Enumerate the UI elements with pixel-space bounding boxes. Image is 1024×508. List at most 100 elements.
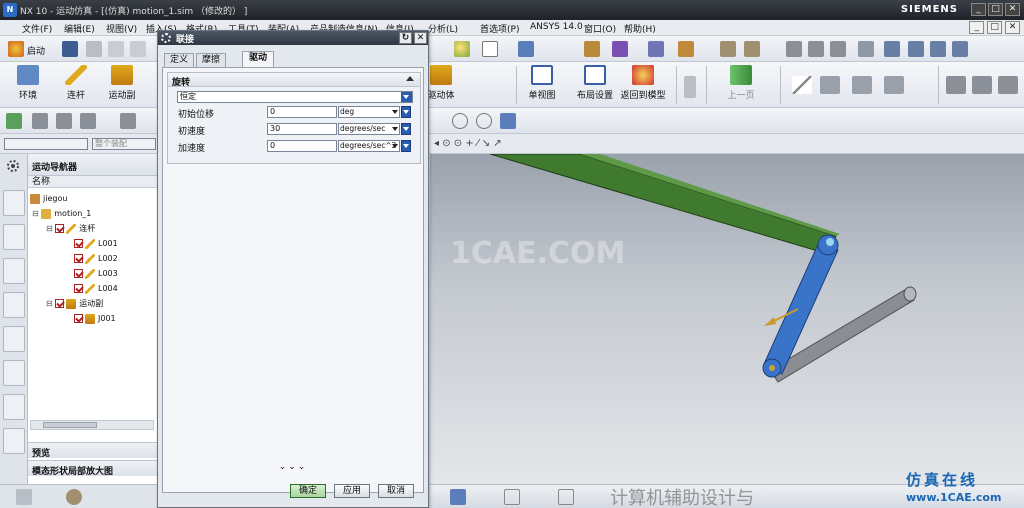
constraint3-icon[interactable] <box>952 41 968 57</box>
close-button[interactable]: ✕ <box>1005 3 1020 16</box>
visibility-checkbox[interactable] <box>74 284 83 293</box>
environment-button[interactable]: 环境 <box>3 65 53 105</box>
tree-node-j001[interactable]: J001 <box>74 312 116 326</box>
initial-velocity-menu[interactable] <box>401 123 411 135</box>
cube-icon[interactable] <box>450 489 466 505</box>
grid-icon[interactable] <box>648 41 664 57</box>
maximize-button[interactable]: □ <box>988 3 1003 16</box>
acceleration-input[interactable]: 0 <box>267 140 337 152</box>
tool2-icon[interactable] <box>972 76 992 94</box>
triangle-icon[interactable] <box>792 76 812 94</box>
initial-velocity-unit[interactable]: degrees/sec <box>338 123 400 135</box>
cut-icon[interactable] <box>86 41 102 57</box>
assembly2-icon[interactable] <box>808 41 824 57</box>
start-label[interactable]: 启动 <box>27 44 45 57</box>
tree-node-l001[interactable]: L001 <box>74 237 118 251</box>
settings-icon[interactable] <box>3 156 25 182</box>
cylinder-icon[interactable] <box>684 76 696 98</box>
initial-displacement-input[interactable]: 0 <box>267 106 337 118</box>
reset-icon[interactable]: ↻ <box>399 32 412 44</box>
menu-window[interactable]: 窗口(O) <box>584 22 616 35</box>
doc-restore-button[interactable]: □ <box>987 21 1003 34</box>
slash-circle-icon[interactable] <box>452 113 468 129</box>
tree-node-motion[interactable]: ⊟ motion_1 <box>32 207 91 221</box>
start-icon[interactable] <box>8 41 24 57</box>
tree-node-l004[interactable]: L004 <box>74 282 118 296</box>
part-navigator-tab[interactable] <box>3 292 25 318</box>
single-view-button[interactable]: 单视图 <box>517 65 567 105</box>
motion-type-select[interactable]: 恒定 <box>177 91 413 103</box>
tree-node-l002[interactable]: L002 <box>74 252 118 266</box>
slash-circle2-icon[interactable] <box>476 113 492 129</box>
text-a2-icon[interactable] <box>558 489 574 505</box>
shape2-icon[interactable] <box>852 76 872 94</box>
layout-button[interactable]: 布局设置 <box>570 65 620 105</box>
shape-icon[interactable] <box>820 76 840 94</box>
visibility-checkbox[interactable] <box>74 254 83 263</box>
history-tab[interactable] <box>3 360 25 386</box>
simulate-icon[interactable] <box>32 113 48 129</box>
joint-button[interactable]: 运动副 <box>97 65 147 105</box>
menu-help[interactable]: 帮助(H) <box>624 22 656 35</box>
acceleration-unit[interactable]: degrees/sec^2 <box>338 140 400 152</box>
part2-icon[interactable] <box>744 41 760 57</box>
copy-icon[interactable] <box>108 41 124 57</box>
save-icon[interactable] <box>62 41 78 57</box>
part-icon[interactable] <box>720 41 736 57</box>
export-icon[interactable] <box>120 113 136 129</box>
undo-icon[interactable] <box>500 113 516 129</box>
visibility-checkbox[interactable] <box>74 314 83 323</box>
dialog-gear-icon[interactable] <box>161 33 171 43</box>
doc-minimize-button[interactable]: _ <box>969 21 985 34</box>
paste-icon[interactable] <box>130 41 146 57</box>
motion-navigator-tab[interactable] <box>3 190 25 216</box>
dropdown-arrow-icon[interactable] <box>401 92 412 102</box>
menu-file[interactable]: 文件(F) <box>22 22 52 35</box>
acceleration-menu[interactable] <box>401 140 411 152</box>
menu-ansys[interactable]: ANSYS 14.0 <box>530 22 583 32</box>
tab-definition[interactable]: 定义 <box>164 53 194 67</box>
return-model-button[interactable]: 返回到模型 <box>618 65 668 105</box>
cancel-button[interactable]: 取消 <box>378 484 414 498</box>
horizontal-scrollbar[interactable] <box>30 420 154 430</box>
menu-view[interactable]: 视图(V) <box>106 22 137 35</box>
assembly-navigator-tab[interactable] <box>3 224 25 250</box>
dialog-title-bar[interactable]: 联接 ↻ ✕ <box>158 31 428 45</box>
mechanism-model[interactable] <box>430 154 1024 484</box>
measure-icon[interactable] <box>678 41 694 57</box>
rotation-group-header[interactable]: 旋转 <box>168 73 420 88</box>
tree-node-l003[interactable]: L003 <box>74 267 118 281</box>
assembly-filter-select[interactable]: 整个装配 <box>92 138 156 150</box>
animate-icon[interactable] <box>56 113 72 129</box>
snap-icon[interactable] <box>584 41 600 57</box>
assembly3-icon[interactable] <box>830 41 846 57</box>
mode-shape-section[interactable]: 模态形状局部放大图 <box>28 460 158 477</box>
tool3-icon[interactable] <box>998 76 1018 94</box>
tab-driver[interactable]: 驱动 <box>242 51 274 67</box>
select-icon[interactable] <box>518 41 534 57</box>
minimize-button[interactable]: _ <box>971 3 986 16</box>
type-filter-select[interactable] <box>4 138 88 150</box>
apply-button[interactable]: 应用 <box>334 484 370 498</box>
name-column-header[interactable]: 名称 <box>28 176 157 188</box>
initial-velocity-input[interactable]: 30 <box>267 123 337 135</box>
check-icon[interactable] <box>6 113 22 129</box>
graph-icon[interactable] <box>80 113 96 129</box>
reuse-library-tab[interactable] <box>3 326 25 352</box>
tree-node-jiegou[interactable]: jiegou <box>30 192 67 206</box>
tool-icon[interactable] <box>946 76 966 94</box>
ok-button[interactable]: 确定 <box>290 484 326 498</box>
graphics-window[interactable]: 1CAE.COM <box>430 154 1024 484</box>
tab-friction[interactable]: 摩擦 <box>196 53 226 67</box>
feature-icon[interactable] <box>858 41 874 57</box>
constraint-icon[interactable] <box>908 41 924 57</box>
more-options-toggle[interactable]: ⌄⌄⌄ <box>162 463 424 473</box>
preview-section[interactable]: 预览 <box>28 442 158 459</box>
doc-close-button[interactable]: ✕ <box>1005 21 1020 34</box>
text-a-icon[interactable] <box>504 489 520 505</box>
constraint2-icon[interactable] <box>930 41 946 57</box>
bottom-tool2-icon[interactable] <box>66 489 82 505</box>
snap2-icon[interactable] <box>612 41 628 57</box>
visibility-checkbox[interactable] <box>74 239 83 248</box>
palette-tab[interactable] <box>3 428 25 454</box>
